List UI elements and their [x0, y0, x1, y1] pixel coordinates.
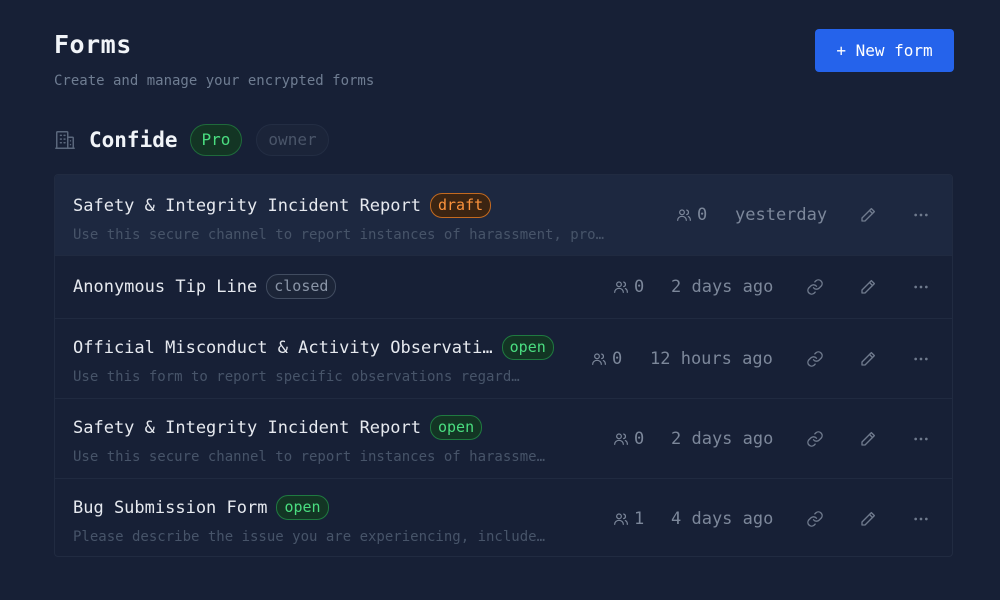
plan-badge: Pro: [189, 124, 243, 156]
new-form-button[interactable]: + New form: [815, 29, 954, 72]
copy-link-button[interactable]: [806, 399, 824, 478]
edit-button[interactable]: [859, 175, 877, 255]
response-count-value: 0: [612, 348, 623, 369]
form-title[interactable]: Official Misconduct & Activity Observati…: [73, 338, 493, 358]
response-count: 0: [613, 399, 644, 478]
users-icon: [614, 432, 628, 445]
pencil-icon: [861, 351, 876, 366]
response-count-value: 0: [634, 277, 645, 297]
response-count: 0: [591, 319, 622, 398]
updated-time: 2 days ago: [671, 428, 774, 449]
more-button[interactable]: [913, 175, 929, 255]
form-row[interactable]: Anonymous Tip Line closed 0 2 days ago: [55, 255, 952, 318]
copy-link-button[interactable]: [806, 256, 824, 318]
copy-link-button[interactable]: [806, 479, 824, 556]
status-badge: draft: [430, 193, 492, 218]
more-icon: [914, 517, 928, 520]
response-count-value: 0: [634, 428, 645, 449]
link-icon: [807, 430, 823, 447]
page-title: Forms: [54, 30, 132, 59]
response-count: 1: [613, 479, 645, 556]
pencil-icon: [861, 279, 876, 294]
form-row[interactable]: Bug Submission Form open Please describe…: [55, 478, 952, 556]
updated-time: 2 days ago: [671, 277, 774, 297]
form-description: Please describe the issue you are experi…: [73, 529, 546, 545]
response-count-value: 1: [634, 508, 645, 529]
updated-time: 4 days ago: [671, 508, 774, 529]
more-icon: [914, 357, 928, 360]
page-header: Forms Create and manage your encrypted f…: [54, 30, 374, 89]
form-row[interactable]: Official Misconduct & Activity Observati…: [55, 318, 952, 398]
more-icon: [914, 437, 928, 440]
users-icon: [614, 512, 628, 525]
copy-link-button[interactable]: [806, 319, 824, 398]
more-button[interactable]: [913, 256, 929, 318]
updated-time: 12 hours ago: [650, 348, 773, 369]
link-icon: [807, 510, 823, 527]
building-icon: [55, 131, 75, 149]
users-icon: [592, 352, 606, 365]
forms-list: Safety & Integrity Incident Report draft…: [54, 174, 953, 557]
response-count-value: 0: [697, 205, 708, 225]
updated-time: yesterday: [735, 205, 828, 225]
edit-button[interactable]: [859, 399, 877, 478]
form-title[interactable]: Anonymous Tip Line: [73, 277, 257, 297]
form-row[interactable]: Safety & Integrity Incident Report draft…: [55, 175, 952, 255]
edit-button[interactable]: [859, 319, 877, 398]
status-badge: open: [501, 335, 554, 360]
edit-button[interactable]: [859, 479, 877, 556]
status-badge: open: [430, 415, 483, 440]
more-button[interactable]: [913, 479, 929, 556]
form-row[interactable]: Safety & Integrity Incident Report open …: [55, 398, 952, 478]
more-icon: [914, 285, 928, 289]
role-badge: owner: [256, 124, 329, 156]
status-badge: closed: [266, 274, 337, 299]
form-title[interactable]: Safety & Integrity Incident Report: [73, 196, 421, 216]
users-icon: [614, 281, 628, 293]
link-icon: [807, 279, 823, 295]
form-title[interactable]: Bug Submission Form: [73, 498, 267, 518]
page-subtitle: Create and manage your encrypted forms: [54, 73, 375, 89]
form-description: Use this secure channel to report instan…: [73, 227, 605, 243]
status-badge: open: [276, 495, 329, 520]
pencil-icon: [861, 207, 876, 222]
org-name: Confide: [89, 128, 178, 152]
response-count: 0: [613, 256, 644, 318]
form-description: Use this secure channel to report instan…: [73, 449, 546, 465]
more-button[interactable]: [913, 319, 929, 398]
edit-button[interactable]: [859, 256, 877, 318]
pencil-icon: [861, 431, 876, 446]
pencil-icon: [861, 511, 876, 526]
response-count: 0: [676, 175, 707, 255]
more-icon: [914, 213, 928, 217]
form-description: Use this form to report specific observa…: [73, 369, 520, 385]
link-icon: [807, 350, 823, 367]
users-icon: [677, 209, 691, 221]
more-button[interactable]: [913, 399, 929, 478]
org-header: Confide Pro owner: [54, 124, 343, 156]
form-title[interactable]: Safety & Integrity Incident Report: [73, 418, 421, 438]
